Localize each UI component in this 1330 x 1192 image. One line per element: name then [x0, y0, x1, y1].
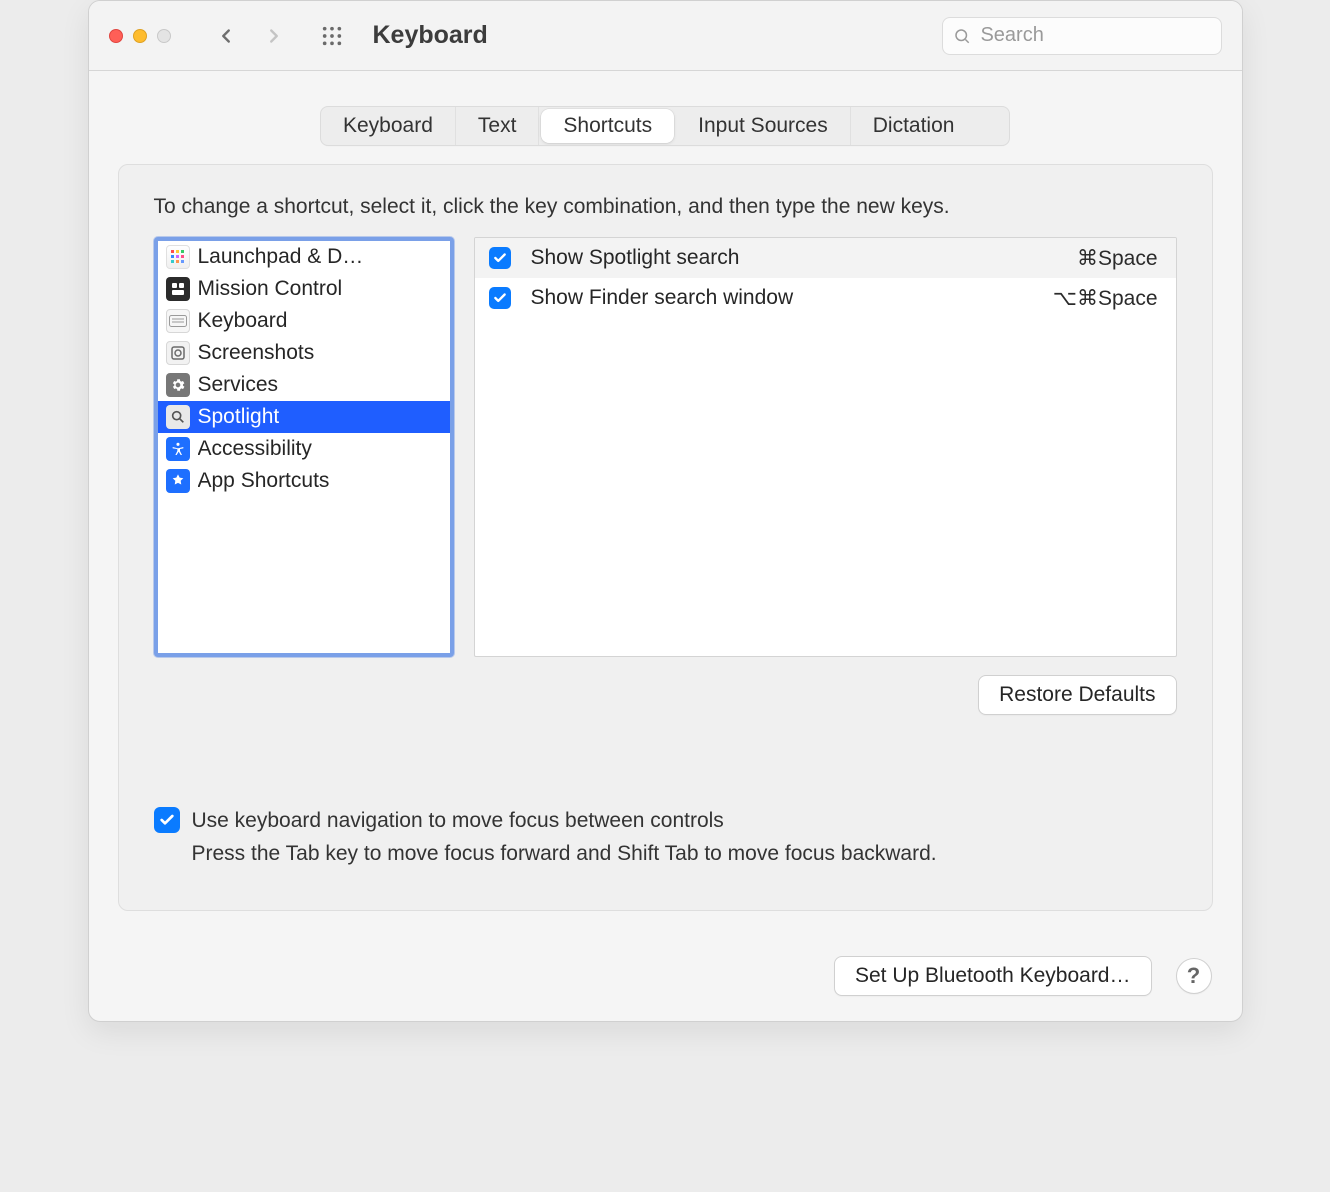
keyboard-navigation-hint: Press the Tab key to move focus forward …: [192, 838, 937, 871]
category-label: Spotlight: [198, 405, 280, 429]
window-title: Keyboard: [373, 21, 488, 50]
zoom-window-button[interactable]: [157, 29, 171, 43]
services-icon: [166, 373, 190, 397]
keyboard-navigation-text: Use keyboard navigation to move focus be…: [192, 805, 937, 870]
tab-bar: KeyboardTextShortcutsInput SourcesDictat…: [320, 106, 1010, 146]
shortcut-list[interactable]: Show Spotlight search ⌘Space Show Finder s…: [474, 237, 1177, 657]
category-screenshot[interactable]: Screenshots: [158, 337, 450, 369]
category-label: Mission Control: [198, 277, 343, 301]
shortcut-enabled-checkbox[interactable]: [489, 287, 511, 309]
shortcut-enabled-checkbox[interactable]: [489, 247, 511, 269]
shortcuts-panel: To change a shortcut, select it, click t…: [118, 164, 1213, 911]
search-icon: [953, 26, 971, 46]
check-icon: [159, 812, 175, 828]
shortcut-keys[interactable]: ⌘Space: [1077, 246, 1158, 271]
category-launchpad[interactable]: Launchpad & D…: [158, 241, 450, 273]
access-icon: [166, 437, 190, 461]
keyboard-icon: [166, 309, 190, 333]
keyboard-navigation-label: Use keyboard navigation to move focus be…: [192, 805, 937, 838]
chevron-right-icon: [263, 25, 285, 47]
window-toolbar: Keyboard: [89, 1, 1242, 71]
window-body: KeyboardTextShortcutsInput SourcesDictat…: [89, 71, 1242, 936]
window-footer: Set Up Bluetooth Keyboard… ?: [89, 936, 1242, 1021]
category-keyboard[interactable]: Keyboard: [158, 305, 450, 337]
restore-defaults-button[interactable]: Restore Defaults: [978, 675, 1176, 715]
show-all-preferences-button[interactable]: [311, 15, 353, 57]
category-label: Services: [198, 373, 279, 397]
keyboard-navigation-option: Use keyboard navigation to move focus be…: [154, 805, 1177, 870]
chevron-left-icon: [215, 25, 237, 47]
tab-input-sources[interactable]: Input Sources: [676, 107, 851, 145]
category-label: Screenshots: [198, 341, 315, 365]
tab-dictation[interactable]: Dictation: [851, 107, 977, 145]
category-label: Launchpad & D…: [198, 245, 364, 269]
setup-bluetooth-keyboard-button[interactable]: Set Up Bluetooth Keyboard…: [834, 956, 1152, 996]
shortcut-keys[interactable]: ⌥⌘Space: [1053, 286, 1158, 311]
shortcut-row[interactable]: Show Finder search window ⌥⌘Space: [475, 278, 1176, 318]
category-mission[interactable]: Mission Control: [158, 273, 450, 305]
category-label: App Shortcuts: [198, 469, 330, 493]
tab-shortcuts[interactable]: Shortcuts: [541, 109, 674, 143]
window-controls: [109, 29, 171, 43]
back-button[interactable]: [209, 15, 243, 57]
category-access[interactable]: Accessibility: [158, 433, 450, 465]
launchpad-icon: [166, 245, 190, 269]
preferences-window: Keyboard KeyboardTextShortcutsInput Sour…: [88, 0, 1243, 1022]
category-label: Accessibility: [198, 437, 312, 461]
search-input[interactable]: [978, 23, 1210, 48]
keyboard-navigation-checkbox[interactable]: [154, 807, 180, 833]
minimize-window-button[interactable]: [133, 29, 147, 43]
tab-text[interactable]: Text: [456, 107, 540, 145]
appsc-icon: [166, 469, 190, 493]
panes: Launchpad & D… Mission Control Keyboard Scr…: [154, 237, 1177, 657]
search-field-wrapper[interactable]: [942, 17, 1222, 55]
instruction-text: To change a shortcut, select it, click t…: [154, 195, 1177, 219]
category-list[interactable]: Launchpad & D… Mission Control Keyboard Scr…: [154, 237, 454, 657]
tab-keyboard[interactable]: Keyboard: [321, 107, 456, 145]
category-appsc[interactable]: App Shortcuts: [158, 465, 450, 497]
category-services[interactable]: Services: [158, 369, 450, 401]
shortcut-row[interactable]: Show Spotlight search ⌘Space: [475, 238, 1176, 278]
spotlight-icon: [166, 405, 190, 429]
shortcut-label: Show Finder search window: [531, 286, 1033, 310]
screenshot-icon: [166, 341, 190, 365]
category-spotlight[interactable]: Spotlight: [158, 401, 450, 433]
shortcut-label: Show Spotlight search: [531, 246, 1057, 270]
mission-icon: [166, 277, 190, 301]
category-label: Keyboard: [198, 309, 288, 333]
grid-icon: [321, 25, 343, 47]
help-button[interactable]: ?: [1176, 958, 1212, 994]
forward-button[interactable]: [257, 15, 291, 57]
restore-row: Restore Defaults: [154, 675, 1177, 715]
close-window-button[interactable]: [109, 29, 123, 43]
